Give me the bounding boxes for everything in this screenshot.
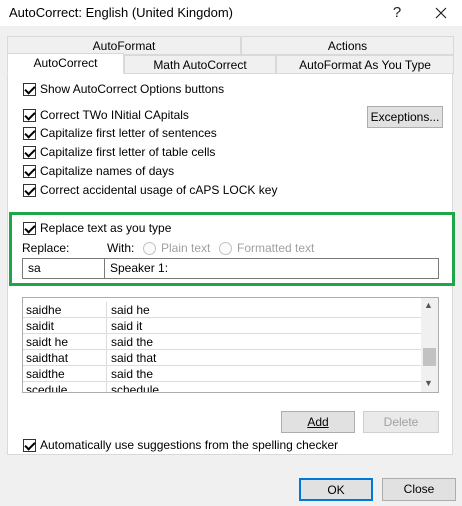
two-initial-caps-checkbox[interactable] bbox=[23, 109, 36, 122]
autocorrect-list[interactable]: saidhe said he saidit said it saidt he s… bbox=[22, 297, 439, 393]
formatted-text-radio[interactable] bbox=[219, 242, 232, 255]
list-with-cell: said it bbox=[111, 319, 143, 333]
tab-math-autocorrect[interactable]: Math AutoCorrect bbox=[124, 55, 276, 74]
scroll-up-icon[interactable]: ▲ bbox=[424, 300, 433, 310]
formatted-text-label: Formatted text bbox=[237, 241, 315, 255]
cap-days-checkbox[interactable] bbox=[23, 165, 36, 178]
close-button[interactable]: Close bbox=[382, 478, 456, 501]
tab-autocorrect[interactable]: AutoCorrect bbox=[7, 53, 124, 74]
tab-label: AutoFormat As You Type bbox=[299, 58, 431, 72]
list-row[interactable]: saidthat said that bbox=[23, 350, 422, 366]
tab-actions[interactable]: Actions bbox=[241, 36, 454, 55]
column-divider bbox=[106, 350, 107, 366]
add-button-label: Add bbox=[307, 415, 329, 429]
list-with-cell: schedule bbox=[111, 383, 160, 393]
close-icon bbox=[435, 7, 447, 19]
list-replace-cell: scedule bbox=[26, 383, 68, 393]
replace-input[interactable]: sa bbox=[22, 258, 105, 279]
column-divider bbox=[106, 318, 107, 334]
scroll-down-icon[interactable]: ▼ bbox=[424, 378, 433, 388]
list-replace-cell: saidthat bbox=[26, 351, 69, 365]
list-row[interactable]: scedule schedule bbox=[23, 382, 422, 393]
two-initial-caps-label: Correct TWo INitial CApitals bbox=[40, 108, 189, 122]
list-with-cell: said the bbox=[111, 335, 154, 349]
list-with-cell: said the bbox=[111, 367, 154, 381]
replace-text-label: Replace text as you type bbox=[40, 221, 172, 235]
with-label: With: bbox=[107, 241, 135, 255]
title-bar: AutoCorrect: English (United Kingdom) ? bbox=[0, 0, 462, 26]
close-window-button[interactable] bbox=[428, 2, 454, 24]
delete-button[interactable]: Delete bbox=[363, 411, 439, 433]
exceptions-button[interactable]: Exceptions... bbox=[367, 106, 443, 128]
replace-text-checkbox[interactable] bbox=[23, 222, 36, 235]
cap-table-cells-checkbox[interactable] bbox=[23, 146, 36, 159]
help-button[interactable]: ? bbox=[384, 2, 410, 24]
show-buttons-label: Show AutoCorrect Options buttons bbox=[40, 82, 225, 96]
plain-text-label: Plain text bbox=[161, 241, 211, 255]
list-replace-cell: saidt he bbox=[26, 335, 69, 349]
list-replace-cell: saidhe bbox=[26, 303, 62, 317]
show-buttons-checkbox[interactable] bbox=[23, 83, 36, 96]
spelling-suggestions-label: Automatically use suggestions from the s… bbox=[40, 438, 339, 452]
tab-label: Actions bbox=[327, 39, 368, 53]
column-divider bbox=[106, 366, 107, 382]
add-button[interactable]: Add bbox=[281, 411, 355, 433]
column-divider bbox=[106, 382, 107, 392]
tab-autoformat-as-you-type[interactable]: AutoFormat As You Type bbox=[276, 55, 454, 74]
replace-label: Replace: bbox=[22, 241, 70, 255]
list-replace-cell: saidit bbox=[26, 319, 55, 333]
scroll-thumb[interactable] bbox=[423, 348, 436, 366]
caps-lock-checkbox[interactable] bbox=[23, 184, 36, 197]
list-row[interactable]: saidit said it bbox=[23, 318, 422, 334]
column-divider bbox=[106, 302, 107, 318]
list-row[interactable]: saidt he said the bbox=[23, 334, 422, 350]
cap-days-label: Capitalize names of days bbox=[40, 164, 175, 178]
with-input[interactable]: Speaker 1: bbox=[104, 258, 439, 279]
list-scrollbar[interactable]: ▲ ▼ bbox=[421, 298, 438, 392]
list-with-cell: said he bbox=[111, 303, 150, 317]
tab-label: AutoCorrect bbox=[33, 56, 98, 70]
cap-sentences-checkbox[interactable] bbox=[23, 127, 36, 140]
ok-button[interactable]: OK bbox=[299, 478, 373, 501]
cap-table-cells-label: Capitalize first letter of table cells bbox=[40, 145, 216, 159]
spelling-suggestions-checkbox[interactable] bbox=[23, 439, 36, 452]
list-row[interactable]: saidthe said the bbox=[23, 366, 422, 382]
tab-label: AutoFormat bbox=[92, 39, 156, 53]
list-with-cell: said that bbox=[111, 351, 157, 365]
list-replace-cell: saidthe bbox=[26, 367, 65, 381]
cap-sentences-label: Capitalize first letter of sentences bbox=[40, 126, 217, 140]
tab-label: Math AutoCorrect bbox=[153, 58, 247, 72]
caps-lock-label: Correct accidental usage of cAPS LOCK ke… bbox=[40, 183, 278, 197]
plain-text-radio[interactable] bbox=[143, 242, 156, 255]
column-divider bbox=[106, 334, 107, 350]
list-row[interactable]: saidhe said he bbox=[23, 302, 422, 318]
window-title: AutoCorrect: English (United Kingdom) bbox=[9, 5, 233, 20]
